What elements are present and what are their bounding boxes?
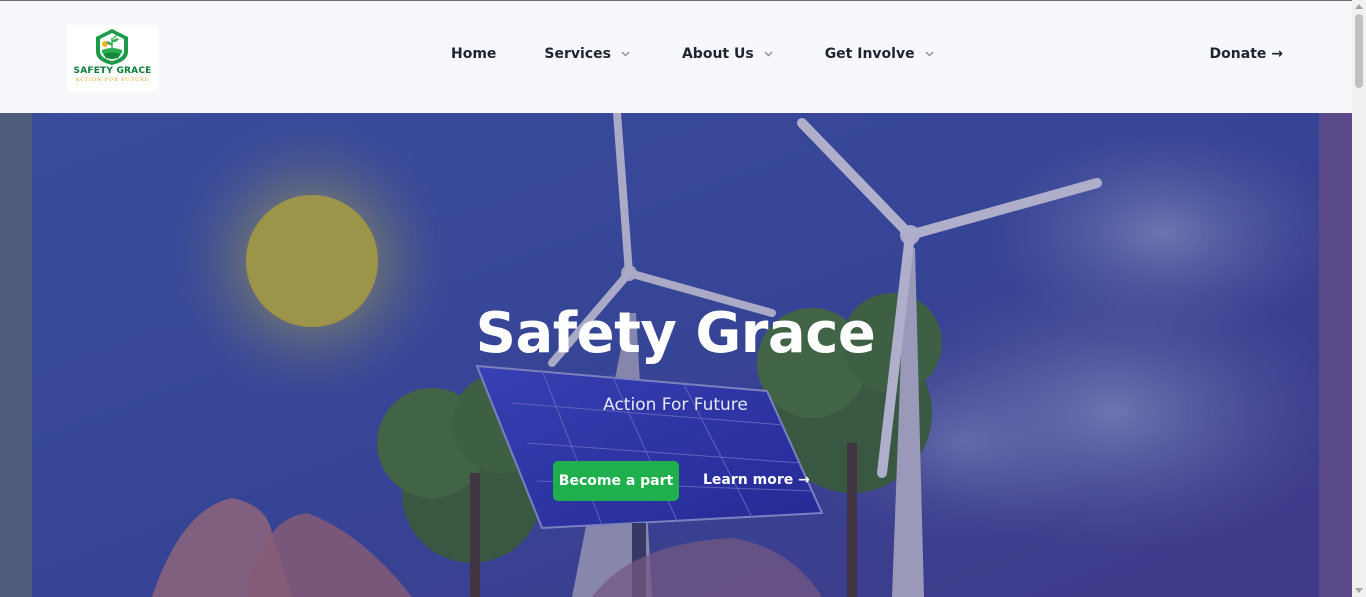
nav-get-involved-label: Get Involve: [824, 46, 915, 62]
brand-tagline: ACTION FOR FUTURE: [75, 77, 150, 83]
hero-content: Safety Grace Action For Future Become a …: [32, 113, 1319, 597]
main-nav: Home Services About Us Get Involve: [451, 46, 934, 62]
leaf-shield-icon: [96, 29, 128, 65]
brand-name: SAFETY GRACE: [73, 66, 152, 76]
scroll-down-arrow-icon[interactable]: [1355, 588, 1363, 593]
site-header: SAFETY GRACE ACTION FOR FUTURE Home Serv…: [0, 1, 1352, 113]
chevron-down-icon: [925, 51, 934, 57]
donate-link[interactable]: Donate →: [1210, 46, 1283, 62]
nav-services-label: Services: [544, 46, 611, 62]
chevron-down-icon: [621, 51, 630, 57]
hero-section: Safety Grace Action For Future Become a …: [32, 113, 1319, 597]
chevron-down-icon: [764, 51, 773, 57]
nav-get-involved-dropdown[interactable]: Get Involve: [825, 46, 934, 62]
scrollbar-thumb[interactable]: [1355, 14, 1363, 88]
learn-more-link[interactable]: Learn more →: [703, 472, 810, 488]
scroll-up-arrow-icon[interactable]: [1355, 4, 1363, 9]
brand-logo[interactable]: SAFETY GRACE ACTION FOR FUTURE: [67, 25, 158, 91]
nav-about-label: About Us: [681, 46, 754, 62]
vertical-scrollbar[interactable]: [1352, 0, 1366, 597]
page: SAFETY GRACE ACTION FOR FUTURE Home Serv…: [0, 0, 1366, 597]
nav-about-dropdown[interactable]: About Us: [682, 46, 773, 62]
nav-services-dropdown[interactable]: Services: [544, 46, 630, 62]
nav-home[interactable]: Home: [451, 46, 496, 62]
hero-title: Safety Grace: [475, 301, 876, 366]
hero-side-left: [0, 113, 32, 597]
become-a-part-button[interactable]: Become a part: [553, 461, 679, 501]
nav-home-label: Home: [451, 46, 497, 62]
hero-side-right: [1319, 113, 1352, 597]
hero-subtitle: Action For Future: [603, 395, 748, 415]
